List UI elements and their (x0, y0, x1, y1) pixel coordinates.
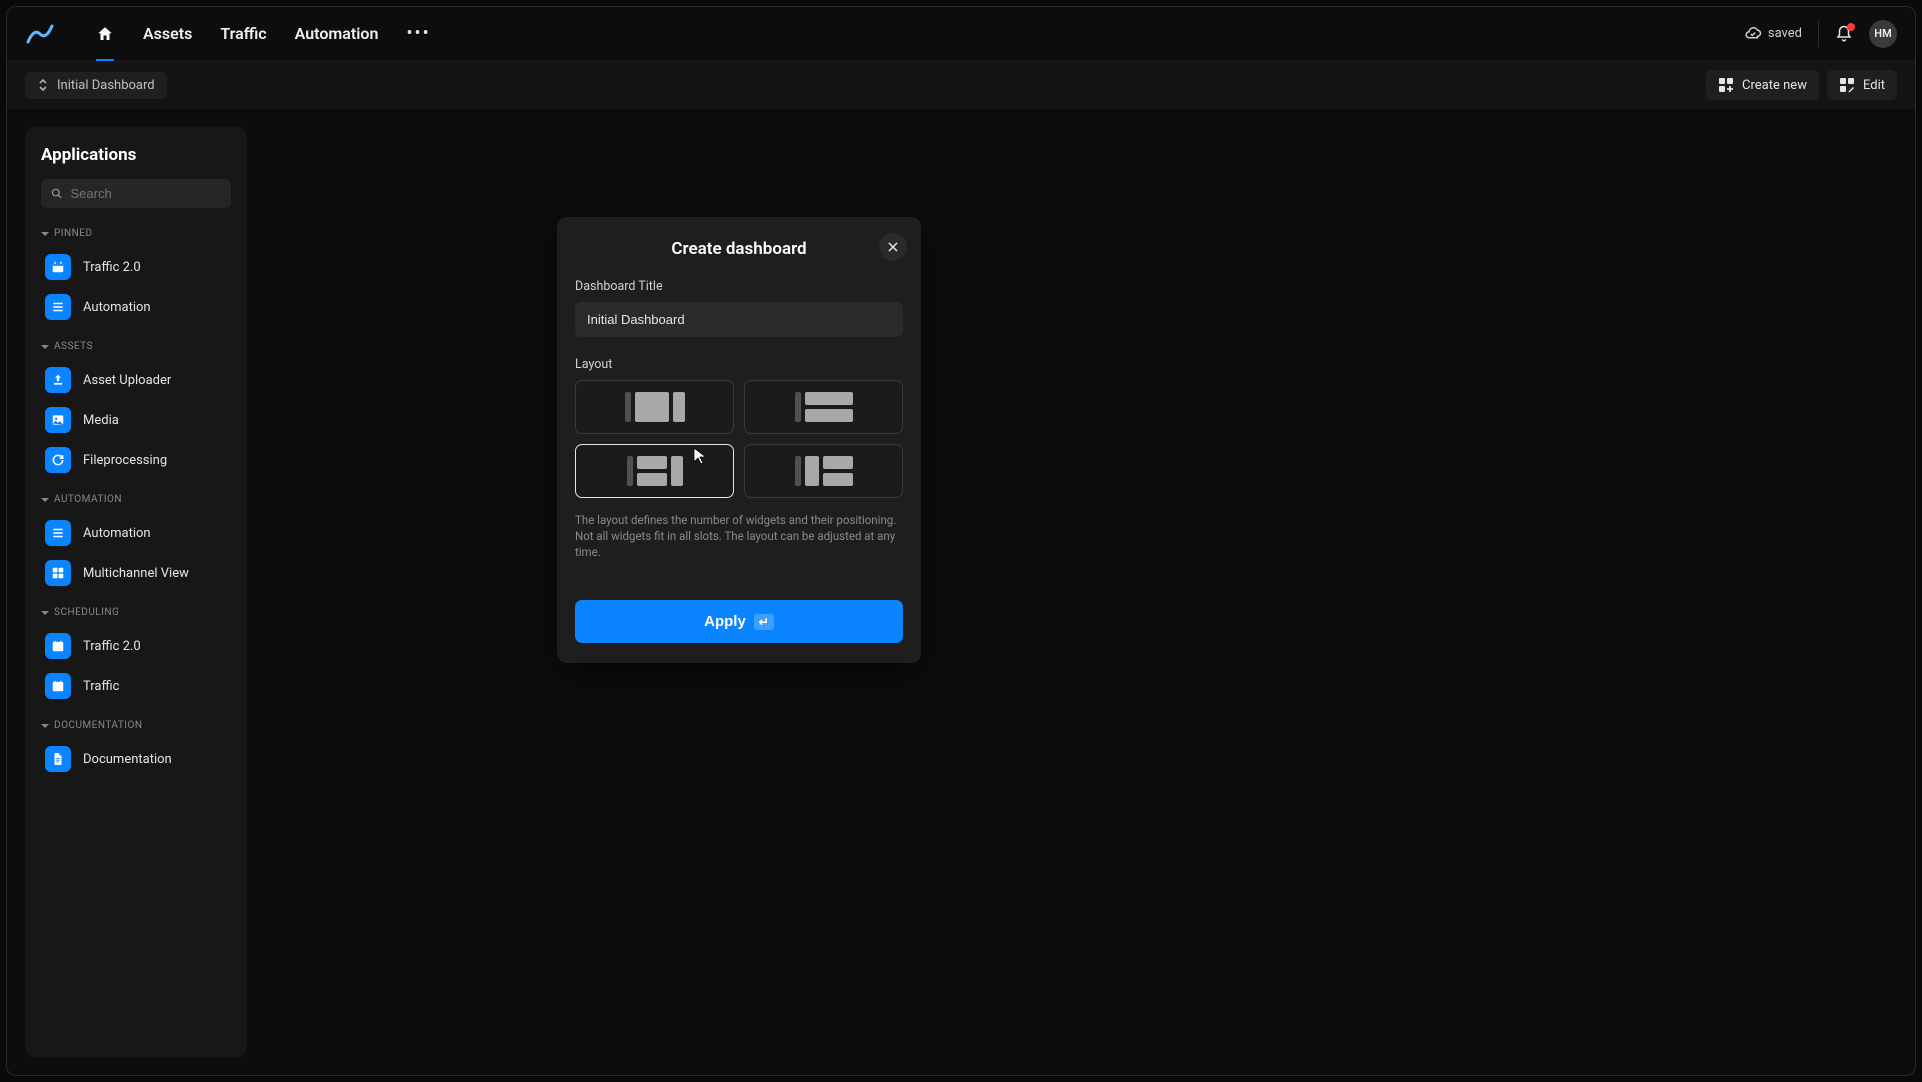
sidebar-item-automation[interactable]: Automation (41, 513, 231, 553)
search-icon (51, 187, 63, 200)
sidebar-item-traffic-sched[interactable]: Traffic (41, 666, 231, 706)
layout-helper-text: The layout defines the number of widgets… (575, 512, 903, 560)
modal-title: Create dashboard (671, 239, 806, 259)
sidebar-item-multichannel[interactable]: Multichannel View (41, 553, 231, 593)
sidebar-item-traffic-2-sched[interactable]: Traffic 2.0 (41, 626, 231, 666)
dashboard-selector[interactable]: Initial Dashboard (25, 72, 167, 99)
sidebar-title: Applications (41, 145, 231, 165)
list-icon (45, 520, 71, 546)
refresh-icon (45, 447, 71, 473)
nav-home[interactable] (95, 7, 115, 61)
image-icon (45, 407, 71, 433)
nav-assets[interactable]: Assets (143, 7, 192, 61)
sidebar-item-media[interactable]: Media (41, 400, 231, 440)
caret-down-icon (41, 609, 49, 617)
notification-dot (1847, 23, 1855, 31)
caret-down-icon (41, 230, 49, 238)
home-icon (96, 25, 114, 43)
dashboard-edit-icon (1839, 77, 1855, 93)
layout-option-1[interactable] (575, 380, 734, 434)
top-nav: Assets Traffic Automation ••• saved HM (7, 7, 1915, 61)
sidebar-item-documentation[interactable]: Documentation (41, 739, 231, 779)
nav-traffic[interactable]: Traffic (220, 7, 266, 61)
sidebar-item-asset-uploader[interactable]: Asset Uploader (41, 360, 231, 400)
caret-down-icon (41, 722, 49, 730)
sidebar-item-fileprocessing[interactable]: Fileprocessing (41, 440, 231, 480)
upload-icon (45, 367, 71, 393)
close-icon (886, 240, 900, 254)
doc-icon (45, 746, 71, 772)
user-avatar[interactable]: HM (1869, 20, 1897, 48)
section-automation[interactable]: AUTOMATION (41, 494, 231, 505)
caret-down-icon (41, 343, 49, 351)
sidebar-item-automation-pinned[interactable]: Automation (41, 287, 231, 327)
nav-automation[interactable]: Automation (295, 7, 379, 61)
save-status: saved (1744, 25, 1802, 43)
search-input[interactable] (71, 186, 221, 201)
apply-button[interactable]: Apply ↵ (575, 600, 903, 643)
sub-nav: Initial Dashboard Create new Edit (7, 61, 1915, 109)
grid-icon (45, 560, 71, 586)
cloud-icon (1744, 25, 1762, 43)
nav-more[interactable]: ••• (406, 23, 430, 44)
applications-sidebar: Applications PINNED Traffic 2.0 Automati… (25, 127, 247, 1057)
notifications-button[interactable] (1835, 25, 1853, 43)
sidebar-item-traffic-2[interactable]: Traffic 2.0 (41, 247, 231, 287)
layout-option-2[interactable] (744, 380, 903, 434)
caret-down-icon (41, 496, 49, 504)
main-area: Create dashboard Dashboard Title Layout (267, 127, 1897, 1057)
edit-button[interactable]: Edit (1827, 70, 1897, 100)
section-assets[interactable]: ASSETS (41, 341, 231, 352)
calendar-icon (45, 633, 71, 659)
layout-label: Layout (575, 357, 903, 372)
section-documentation[interactable]: DOCUMENTATION (41, 720, 231, 731)
section-scheduling[interactable]: SCHEDULING (41, 607, 231, 618)
layout-option-4[interactable] (744, 444, 903, 498)
create-dashboard-modal: Create dashboard Dashboard Title Layout (557, 217, 921, 663)
dashboard-title-label: Dashboard Title (575, 279, 903, 294)
enter-key-hint: ↵ (754, 614, 774, 630)
app-logo[interactable] (25, 19, 55, 49)
calendar-icon (45, 254, 71, 280)
section-pinned[interactable]: PINNED (41, 228, 231, 239)
dashboard-title-input[interactable] (575, 302, 903, 337)
selector-icon (37, 78, 49, 92)
create-new-button[interactable]: Create new (1706, 70, 1819, 100)
list-icon (45, 294, 71, 320)
search-box[interactable] (41, 179, 231, 208)
layout-option-3[interactable] (575, 444, 734, 498)
modal-close-button[interactable] (879, 233, 907, 261)
dashboard-add-icon (1718, 77, 1734, 93)
calendar-icon (45, 673, 71, 699)
